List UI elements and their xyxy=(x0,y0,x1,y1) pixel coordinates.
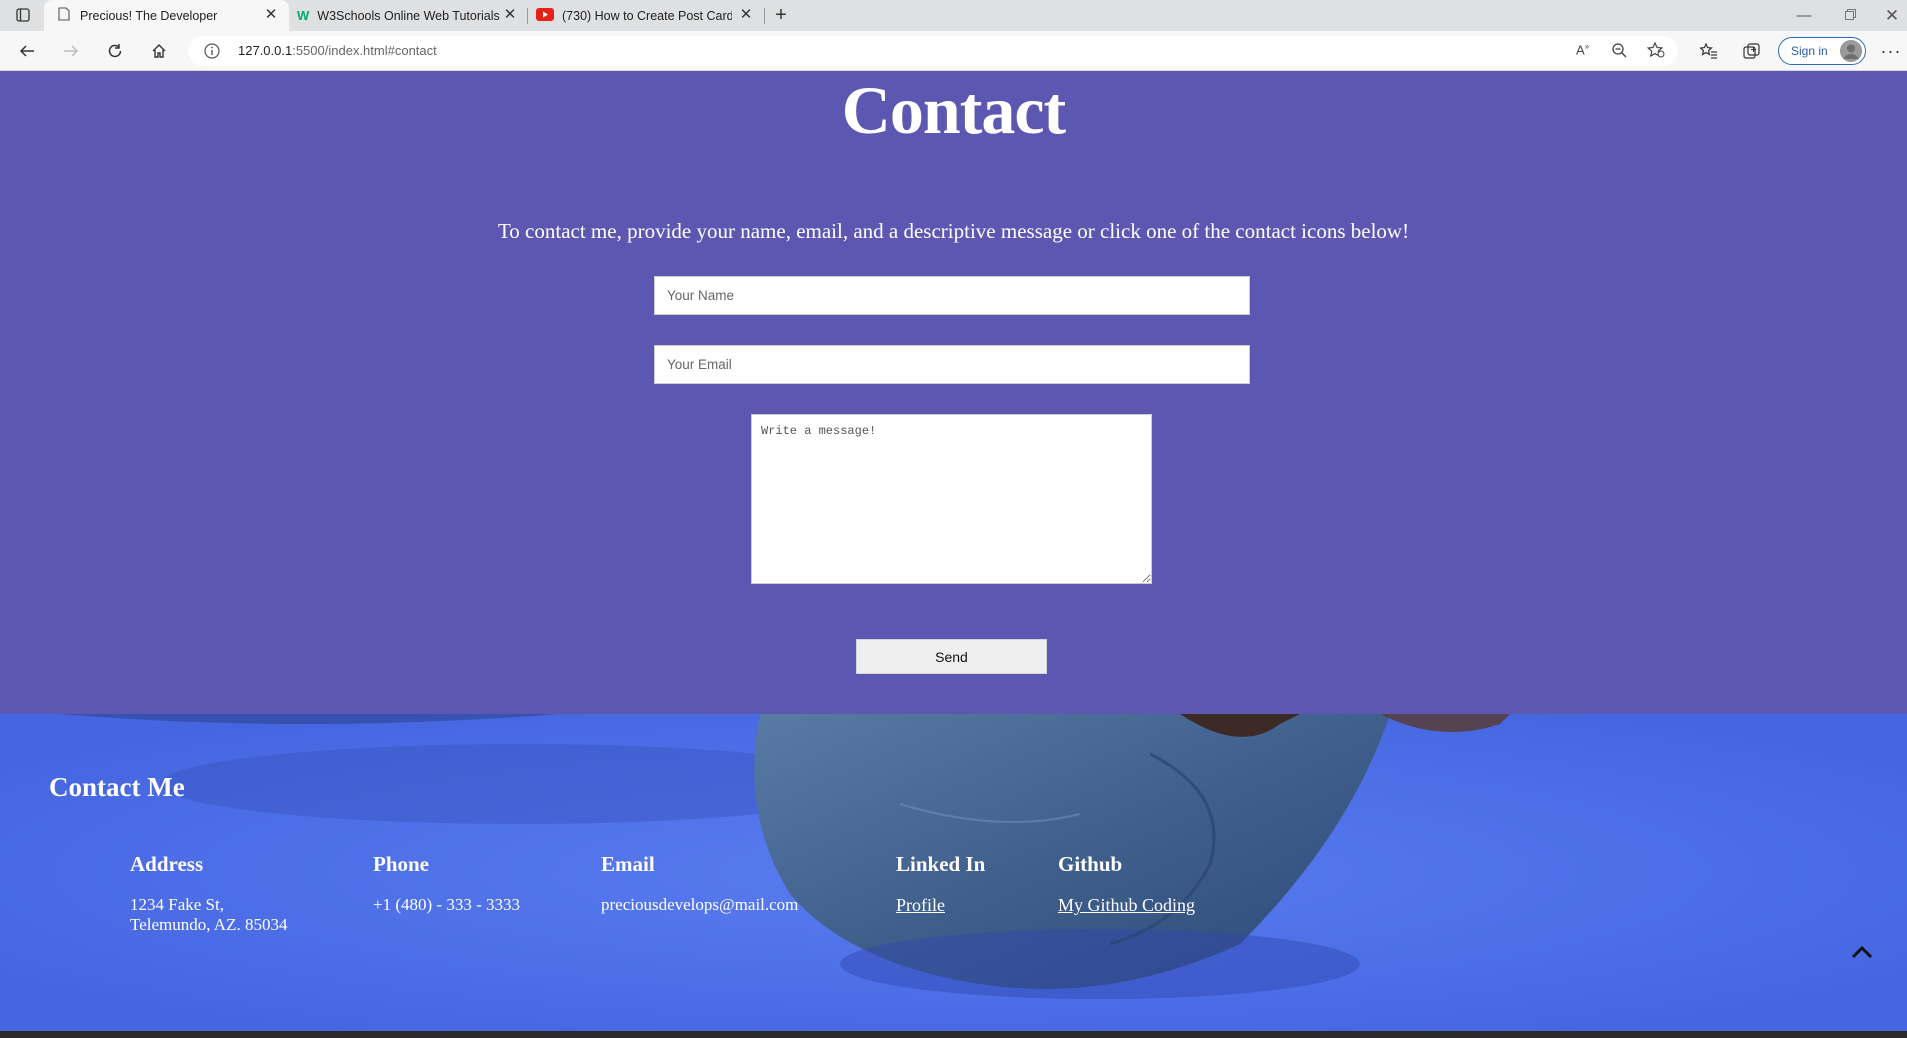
tab-title: Precious! The Developer xyxy=(80,8,218,23)
footer: Contact Me Address 1234 Fake St, Telemun… xyxy=(0,714,1907,1031)
scroll-to-top-icon[interactable] xyxy=(1850,940,1874,964)
close-tab-icon[interactable]: ✕ xyxy=(502,7,518,23)
tab-w3schools[interactable]: W W3Schools Online Web Tutorials ✕ xyxy=(290,0,528,31)
contact-section: Contact To contact me, provide your name… xyxy=(0,71,1907,714)
github-link[interactable]: My Github Coding xyxy=(1058,895,1195,915)
browser-toolbar: 127.0.0.1:5500/index.html#contact A» Sig… xyxy=(0,31,1907,71)
favorites-icon[interactable] xyxy=(1696,39,1722,63)
email-value: preciousdevelops@mail.com xyxy=(601,895,799,914)
footer-heading: Contact Me xyxy=(49,772,185,802)
info-icon[interactable] xyxy=(204,43,220,64)
address-bar[interactable]: 127.0.0.1:5500/index.html#contact A» xyxy=(188,36,1678,66)
phone-value: +1 (480) - 333 - 3333 xyxy=(373,895,520,914)
tab-youtube[interactable]: (730) How to Create Post Cards | ✕ xyxy=(528,0,764,31)
github-column: Github My Github Coding xyxy=(1058,852,1195,916)
sign-in-label: Sign in xyxy=(1791,44,1828,58)
contact-intro: To contact me, provide your name, email,… xyxy=(497,219,1410,243)
forward-icon[interactable] xyxy=(58,39,84,63)
tab-precious-developer[interactable]: Precious! The Developer ✕ xyxy=(44,0,289,31)
collections-icon[interactable] xyxy=(1739,39,1765,63)
window-bottom-edge xyxy=(0,1031,1907,1038)
address-line-1: 1234 Fake St, xyxy=(130,895,224,914)
address-column: Address 1234 Fake St, Telemundo, AZ. 850… xyxy=(130,852,287,935)
address-line-2: Telemundo, AZ. 85034 xyxy=(130,915,288,934)
read-aloud-icon[interactable]: A» xyxy=(1576,42,1589,57)
tab-actions-icon[interactable] xyxy=(10,3,36,27)
profile-avatar-icon xyxy=(1840,40,1862,62)
linkedin-column: Linked In Profile xyxy=(896,852,985,916)
email-title: Email xyxy=(601,852,655,876)
tab-separator xyxy=(764,8,765,24)
page-scrollbar[interactable] xyxy=(1903,71,1907,1031)
more-options-icon[interactable]: ··· xyxy=(1878,39,1904,63)
refresh-icon[interactable] xyxy=(102,39,128,63)
zoom-out-icon[interactable] xyxy=(1611,42,1627,63)
email-input[interactable] xyxy=(654,345,1250,384)
email-column: Email preciousdevelops@mail.com xyxy=(601,852,798,915)
url-text: 127.0.0.1:5500/index.html#contact xyxy=(238,43,437,58)
tab-title: W3Schools Online Web Tutorials xyxy=(317,8,500,23)
contact-title: Contact xyxy=(841,72,1066,148)
restore-icon[interactable] xyxy=(1830,4,1870,28)
w3schools-icon: W xyxy=(297,8,310,23)
tab-title: (730) How to Create Post Cards | xyxy=(562,8,732,23)
add-favorite-icon[interactable] xyxy=(1646,41,1665,63)
youtube-icon xyxy=(536,7,554,24)
minimize-icon[interactable]: — xyxy=(1784,4,1824,28)
close-tab-icon[interactable]: ✕ xyxy=(738,7,754,23)
phone-title: Phone xyxy=(373,852,430,876)
sign-in-button[interactable]: Sign in xyxy=(1778,37,1866,65)
phone-column: Phone +1 (480) - 333 - 3333 xyxy=(373,852,520,915)
page-viewport: Contact To contact me, provide your name… xyxy=(0,71,1907,1031)
new-tab-icon[interactable]: + xyxy=(768,3,794,27)
github-title: Github xyxy=(1058,852,1123,876)
tab-bar: Precious! The Developer ✕ W W3Schools On… xyxy=(0,0,1907,31)
address-title: Address xyxy=(130,852,204,876)
message-textarea[interactable] xyxy=(751,414,1152,584)
page-icon xyxy=(58,7,70,24)
linkedin-title: Linked In xyxy=(896,852,986,876)
send-button[interactable]: Send xyxy=(856,639,1047,674)
home-icon[interactable] xyxy=(146,39,172,63)
close-window-icon[interactable]: ✕ xyxy=(1872,4,1907,28)
close-tab-icon[interactable]: ✕ xyxy=(263,7,279,23)
name-input[interactable] xyxy=(654,276,1250,315)
back-icon[interactable] xyxy=(14,39,40,63)
linkedin-profile-link[interactable]: Profile xyxy=(896,895,945,915)
